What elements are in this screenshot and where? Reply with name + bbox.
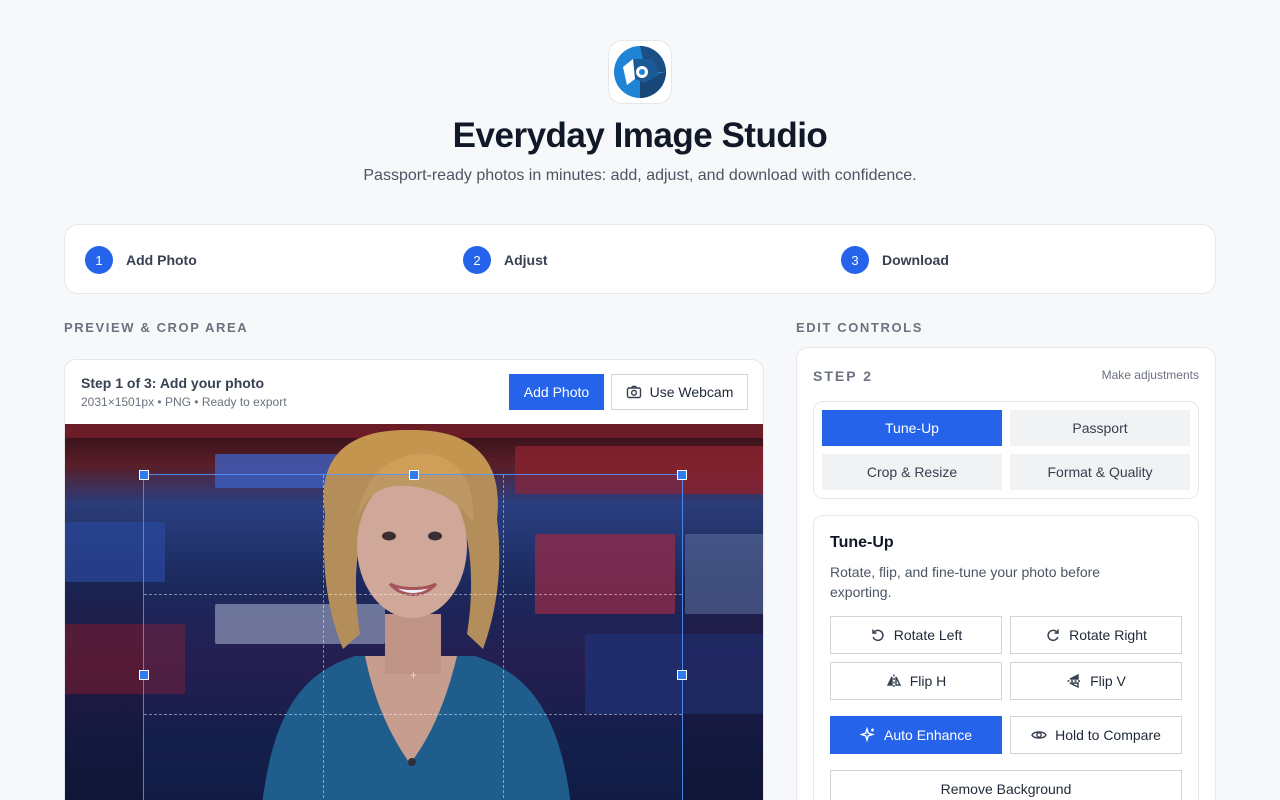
controls-section-title: EDIT CONTROLS: [796, 320, 923, 335]
step-number: 1: [85, 246, 113, 274]
preview-step-title: Step 1 of 3: Add your photo: [81, 375, 265, 391]
rotate-right-label: Rotate Right: [1069, 627, 1147, 643]
hold-to-compare-button[interactable]: Hold to Compare: [1010, 716, 1182, 754]
tab-crop-resize[interactable]: Crop & Resize: [822, 454, 1002, 490]
eye-icon: [1031, 731, 1047, 739]
stepper-step-adjust[interactable]: 2 Adjust: [463, 246, 548, 274]
crop-grid-line: [323, 475, 325, 800]
controls-step-label: STEP 2: [813, 368, 873, 384]
tune-up-panel: Tune-Up Rotate, flip, and fine-tune your…: [813, 515, 1199, 800]
flip-horizontal-label: Flip H: [909, 673, 947, 689]
step-number: 2: [463, 246, 491, 274]
tab-format-quality[interactable]: Format & Quality: [1010, 454, 1190, 490]
sparkles-icon: [860, 727, 875, 743]
flip-horizontal-button[interactable]: Flip H: [830, 662, 1002, 700]
hold-to-compare-label: Hold to Compare: [1055, 727, 1161, 743]
tune-up-title: Tune-Up: [830, 534, 894, 551]
rotate-left-icon: [872, 629, 884, 642]
preview-header: Step 1 of 3: Add your photo 2031×1501px …: [65, 360, 763, 424]
step-label: Add Photo: [126, 252, 197, 268]
crop-handle-right[interactable]: [677, 670, 687, 680]
rotate-right-button[interactable]: Rotate Right: [1010, 616, 1182, 654]
flip-vertical-label: Flip V: [1090, 673, 1126, 689]
crop-center-marker: +: [410, 668, 418, 682]
crop-grid-line: [144, 594, 682, 596]
flip-vertical-icon: [1067, 673, 1081, 689]
crop-handle-top-left[interactable]: [139, 470, 149, 480]
progress-stepper: 1 Add Photo 2 Adjust 3 Download: [64, 224, 1216, 294]
crop-grid-line: [502, 475, 504, 800]
flip-vertical-button[interactable]: Flip V: [1010, 662, 1182, 700]
crop-grid-line: [144, 713, 682, 715]
rotate-left-label: Rotate Left: [893, 627, 963, 643]
step-label: Adjust: [504, 252, 548, 268]
tab-tune-up[interactable]: Tune-Up: [822, 410, 1002, 446]
step-label: Download: [882, 252, 949, 268]
add-photo-button[interactable]: Add Photo: [509, 374, 604, 410]
edit-tabs: Tune-Up Passport Crop & Resize Format & …: [813, 401, 1199, 499]
crop-handle-top[interactable]: [409, 470, 419, 480]
photo-preview[interactable]: +: [65, 424, 763, 800]
flip-horizontal-icon: [886, 674, 901, 688]
stepper-step-add-photo[interactable]: 1 Add Photo: [85, 246, 197, 274]
controls-step-note: Make adjustments: [1101, 368, 1199, 382]
stepper-step-download[interactable]: 3 Download: [841, 246, 949, 274]
app-title: Everyday Image Studio: [452, 116, 828, 155]
rotate-right-icon: [1047, 629, 1059, 642]
use-webcam-label: Use Webcam: [649, 384, 734, 400]
crop-handle-top-right[interactable]: [677, 470, 687, 480]
crop-handle-left[interactable]: [139, 670, 149, 680]
tab-passport[interactable]: Passport: [1010, 410, 1190, 446]
step-number: 3: [841, 246, 869, 274]
crop-selection-box[interactable]: +: [139, 470, 687, 800]
preview-card: Step 1 of 3: Add your photo 2031×1501px …: [64, 359, 764, 800]
camera-icon: [626, 385, 641, 399]
app-logo: [608, 40, 672, 104]
preview-section-title: PREVIEW & CROP AREA: [64, 320, 249, 335]
remove-background-button[interactable]: Remove Background: [830, 770, 1182, 800]
auto-enhance-label: Auto Enhance: [884, 727, 972, 743]
tune-up-description: Rotate, flip, and fine-tune your photo b…: [830, 564, 1101, 600]
auto-enhance-button[interactable]: Auto Enhance: [830, 716, 1002, 754]
preview-image-meta: 2031×1501px • PNG • Ready to export: [81, 395, 287, 409]
edit-controls-card: STEP 2 Make adjustments Tune-Up Passport…: [796, 347, 1216, 800]
use-webcam-button[interactable]: Use Webcam: [611, 374, 748, 410]
app-tagline: Passport-ready photos in minutes: add, a…: [363, 167, 917, 184]
rotate-left-button[interactable]: Rotate Left: [830, 616, 1002, 654]
camera-aperture-icon: [614, 46, 666, 98]
